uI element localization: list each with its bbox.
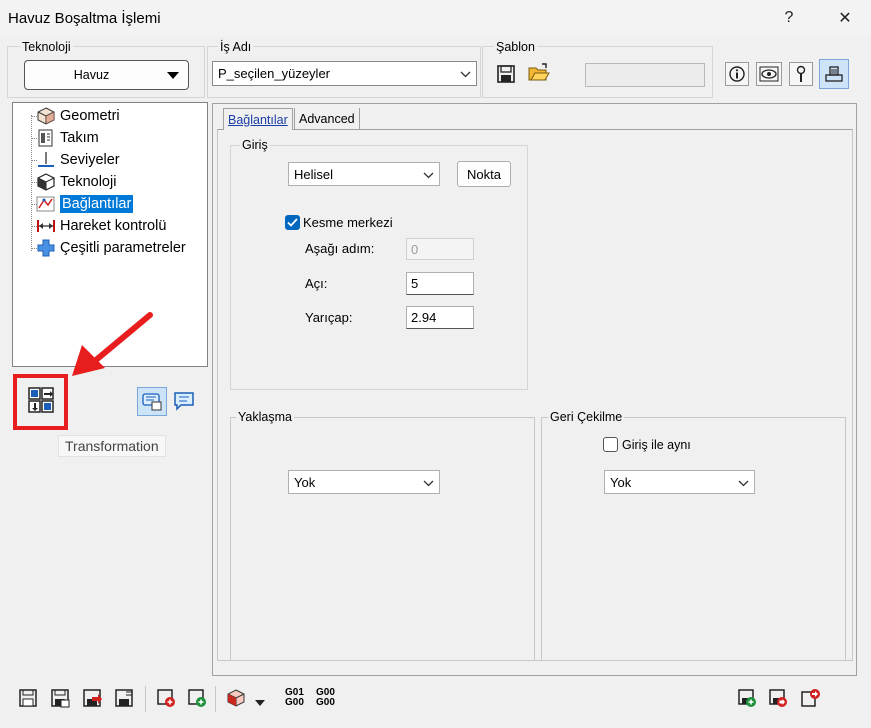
nokta-button[interactable]: Nokta: [457, 161, 511, 187]
tree-item-label: Seviyeler: [60, 152, 120, 168]
technology-cube-icon: [36, 173, 56, 191]
asagi-adim-label: Aşağı adım:: [305, 241, 375, 256]
g00-bottom-label: G00: [316, 697, 335, 708]
giris-type-value: Helisel: [294, 166, 334, 182]
transformation-icon[interactable]: [27, 386, 55, 414]
save-all-icon[interactable]: [114, 688, 136, 710]
annotation-arrow: [60, 310, 160, 380]
tree-item-cesitli-parametreler[interactable]: Çeşitli parametreler: [36, 238, 186, 258]
geri-cekilme-label: Geri Çekilme: [548, 410, 625, 424]
yaklasma-combo[interactable]: Yok: [288, 470, 440, 494]
comment-icon[interactable]: [173, 391, 195, 411]
checkmark-icon: [285, 215, 300, 230]
add-operation-red-icon[interactable]: [156, 688, 178, 710]
aci-label: Açı:: [305, 276, 328, 291]
g01-bottom-label: G00: [285, 697, 304, 708]
tab-baglantilar[interactable]: Bağlantılar: [223, 108, 293, 130]
tree-item-label: Hareket kontrolü: [60, 218, 167, 234]
dropdown-arrow-icon[interactable]: [255, 695, 265, 710]
exit-icon[interactable]: [800, 688, 822, 710]
plus-icon: [36, 239, 56, 257]
comment-list-icon[interactable]: [137, 387, 167, 416]
teknoloji-dropdown[interactable]: Havuz: [24, 60, 189, 90]
is-adi-combo[interactable]: P_seçilen_yüzeyler: [212, 61, 477, 86]
tree-item-teknoloji[interactable]: Teknoloji: [36, 172, 116, 192]
info-icon[interactable]: [725, 62, 749, 86]
toolbar-separator: [215, 686, 216, 712]
calculate-red-icon[interactable]: [768, 688, 790, 710]
tree-item-label: Teknoloji: [60, 174, 117, 190]
geri-cekilme-combo[interactable]: Yok: [604, 470, 755, 494]
giris-type-combo[interactable]: Helisel: [288, 162, 440, 186]
aci-input[interactable]: 5: [406, 272, 474, 295]
asagi-adim-input[interactable]: 0: [406, 238, 474, 260]
chevron-down-icon: [732, 475, 754, 490]
tab-advanced[interactable]: Advanced: [294, 108, 360, 129]
kesme-merkezi-checkbox[interactable]: Kesme merkezi: [285, 215, 393, 230]
tool-holder-icon: [36, 129, 56, 147]
toolbar-separator: [145, 686, 146, 712]
chevron-down-icon: [417, 475, 439, 490]
chevron-down-icon: [454, 66, 476, 81]
yaklasma-value: Yok: [294, 474, 316, 490]
is-adi-label: İş Adı: [218, 40, 254, 54]
open-folder-icon[interactable]: [528, 63, 550, 83]
machine-simulation-icon[interactable]: [819, 59, 849, 89]
yaricap-label: Yarıçap:: [305, 310, 353, 325]
tree-item-label: Çeşitli parametreler: [60, 240, 186, 256]
tree-item-geometri[interactable]: Geometri: [36, 106, 120, 126]
dropdown-arrow-icon: [158, 68, 188, 83]
tree-item-label: Geometri: [60, 108, 120, 124]
help-button[interactable]: ?: [766, 0, 812, 36]
geri-cekilme-value: Yok: [610, 474, 632, 490]
tooltip: Transformation: [58, 435, 166, 457]
save-template-icon[interactable]: [496, 64, 516, 84]
add-operation-green-icon[interactable]: [187, 688, 209, 710]
links-icon: [36, 195, 56, 213]
tree-item-baglantilar[interactable]: Bağlantılar: [36, 194, 134, 214]
tree-guide-line: [31, 115, 32, 251]
motion-control-icon: [36, 217, 56, 235]
close-button[interactable]: ✕: [822, 0, 868, 36]
tool-probe-icon[interactable]: [789, 62, 813, 86]
levels-icon: [36, 151, 56, 169]
tree-item-hareket-kontrolu[interactable]: Hareket kontrolü: [36, 216, 166, 236]
chevron-down-icon: [417, 167, 439, 182]
geri-cekilme-group: [541, 417, 846, 661]
save-close-icon[interactable]: [82, 688, 104, 710]
checkbox-box: [603, 437, 618, 452]
is-adi-value: P_seçilen_yüzeyler: [218, 66, 331, 81]
cube-icon: [36, 107, 56, 125]
giris-label: Giriş: [240, 138, 270, 152]
tree-item-seviyeler[interactable]: Seviyeler: [36, 150, 120, 170]
save-as-icon[interactable]: [50, 688, 72, 710]
window-title: Havuz Boşaltma İşlemi: [8, 10, 161, 27]
save-icon[interactable]: [18, 688, 40, 710]
g01-g00-button[interactable]: G01 G00: [285, 688, 304, 708]
stock-box-icon[interactable]: [226, 688, 248, 710]
yaklasma-group: [230, 417, 535, 661]
teknoloji-label: Teknoloji: [20, 40, 73, 54]
giris-ile-ayni-label: Giriş ile aynı: [622, 437, 691, 452]
teknoloji-value: Havuz: [73, 68, 110, 82]
giris-ile-ayni-checkbox[interactable]: Giriş ile aynı: [603, 437, 691, 452]
tree-item-label: Bağlantılar: [60, 195, 134, 213]
sablon-field[interactable]: [585, 63, 705, 87]
calculate-green-icon[interactable]: [737, 688, 759, 710]
sablon-label: Şablon: [494, 40, 537, 54]
tree-item-label: Takım: [60, 130, 99, 146]
g00-g00-button[interactable]: G00 G00: [316, 688, 335, 708]
preview-eye-icon[interactable]: [756, 62, 782, 86]
yaklasma-label: Yaklaşma: [236, 410, 294, 424]
kesme-merkezi-label: Kesme merkezi: [303, 215, 393, 230]
tree-item-takim[interactable]: Takım: [36, 128, 99, 148]
yaricap-input[interactable]: 2.94: [406, 306, 474, 329]
